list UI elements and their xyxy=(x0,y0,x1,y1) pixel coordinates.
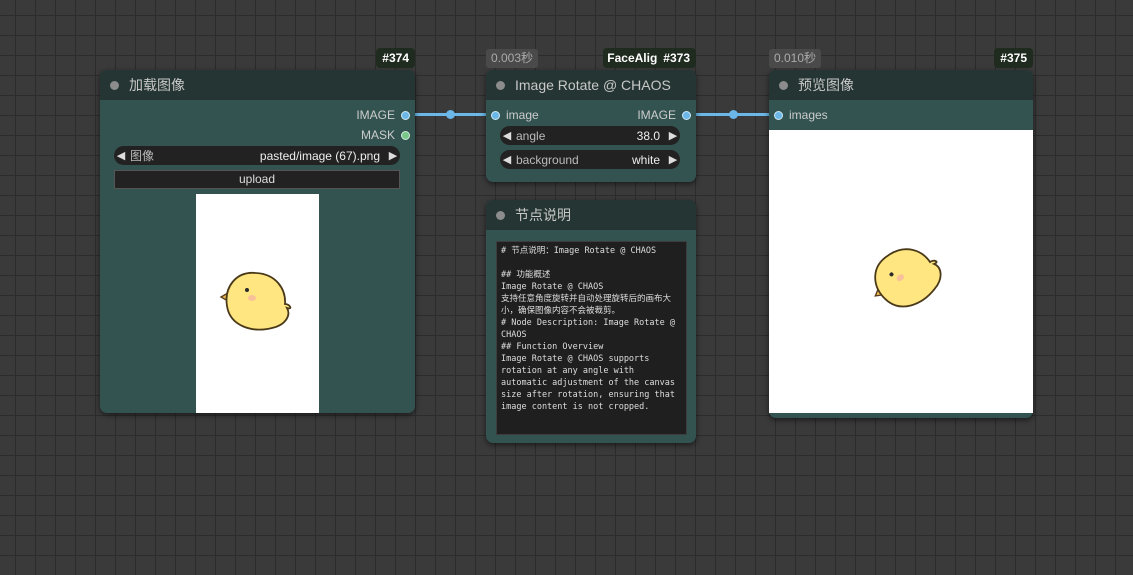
angle-widget[interactable]: ◀ angle 38.0 ▶ xyxy=(500,126,680,145)
image-preview xyxy=(196,194,319,413)
widget-label: 图像 xyxy=(130,149,155,163)
node-id-badge: #374 xyxy=(376,48,415,68)
circle-dot-icon[interactable] xyxy=(110,80,119,90)
node-id: #373 xyxy=(663,51,690,65)
widget-value: pasted/image (67).png xyxy=(259,148,380,163)
chick-illustration xyxy=(219,272,292,331)
widget-label: background xyxy=(516,152,579,167)
input-port-dot-icon[interactable] xyxy=(774,110,783,120)
triangle-left-icon[interactable]: ◀ xyxy=(500,129,514,142)
input-images[interactable]: images xyxy=(774,108,828,122)
node-title: 加载图像 xyxy=(129,77,185,93)
note-node[interactable]: 节点说明 # 节点说明：Image Rotate @ CHAOS ## 功能概述… xyxy=(486,200,696,443)
widget-value: 38.0 xyxy=(636,128,660,143)
node-id-badge: FaceAlig #373 xyxy=(603,48,696,68)
link-midpoint-dot[interactable] xyxy=(729,110,738,119)
load-image-node[interactable]: #374 加载图像 IMAGE MASK ◀ 图像 pasted/image (… xyxy=(100,48,415,413)
triangle-right-icon[interactable]: ▶ xyxy=(386,149,400,162)
execution-time-badge: 0.010秒 xyxy=(769,49,822,68)
node-header[interactable]: 预览图像 xyxy=(769,70,1033,100)
note-textarea[interactable]: # 节点说明：Image Rotate @ CHAOS ## 功能概述 Imag… xyxy=(496,241,687,435)
widget-label: angle xyxy=(516,128,546,143)
port-label: IMAGE xyxy=(637,108,676,122)
triangle-left-icon[interactable]: ◀ xyxy=(114,149,128,162)
node-title: 节点说明 xyxy=(515,207,571,223)
port-label: image xyxy=(506,108,539,122)
background-widget[interactable]: ◀ background white ▶ xyxy=(500,150,680,169)
output-port-dot-icon[interactable] xyxy=(682,110,691,120)
triangle-right-icon[interactable]: ▶ xyxy=(666,153,680,166)
node-title: Image Rotate @ CHAOS xyxy=(515,77,671,93)
image-combo-widget[interactable]: ◀ 图像 pasted/image (67).png ▶ xyxy=(114,146,400,165)
output-port-dot-icon[interactable] xyxy=(401,130,410,140)
output-mask[interactable]: MASK xyxy=(361,128,410,142)
overlay-label: FaceAlig xyxy=(607,51,658,65)
input-port-dot-icon[interactable] xyxy=(491,110,500,120)
triangle-left-icon[interactable]: ◀ xyxy=(500,153,514,166)
output-image[interactable]: IMAGE xyxy=(637,108,691,122)
output-port-dot-icon[interactable] xyxy=(401,110,410,120)
rotated-chick-illustration xyxy=(874,248,942,308)
triangle-right-icon[interactable]: ▶ xyxy=(666,129,680,142)
image-rotate-node[interactable]: 0.003秒 FaceAlig #373 Image Rotate @ CHAOS… xyxy=(486,48,696,182)
circle-dot-icon[interactable] xyxy=(496,80,505,90)
circle-dot-icon[interactable] xyxy=(779,80,788,90)
widget-value: white xyxy=(631,152,660,167)
image-preview xyxy=(769,130,1033,413)
node-id-badge: #375 xyxy=(994,48,1033,68)
node-title: 预览图像 xyxy=(798,77,854,93)
execution-time-badge: 0.003秒 xyxy=(486,49,539,68)
link-midpoint-dot[interactable] xyxy=(446,110,455,119)
preview-image-node[interactable]: 0.010秒 #375 预览图像 images xyxy=(769,48,1033,418)
node-header[interactable]: Image Rotate @ CHAOS xyxy=(486,70,696,100)
input-image[interactable]: image xyxy=(491,108,539,122)
port-label: images xyxy=(789,108,828,122)
node-header[interactable]: 加载图像 xyxy=(100,70,415,100)
upload-button[interactable]: upload xyxy=(114,170,400,189)
port-label: MASK xyxy=(360,128,395,142)
node-header[interactable]: 节点说明 xyxy=(486,200,696,230)
circle-dot-icon[interactable] xyxy=(496,210,505,220)
port-label: IMAGE xyxy=(356,108,395,122)
output-image[interactable]: IMAGE xyxy=(356,108,410,122)
